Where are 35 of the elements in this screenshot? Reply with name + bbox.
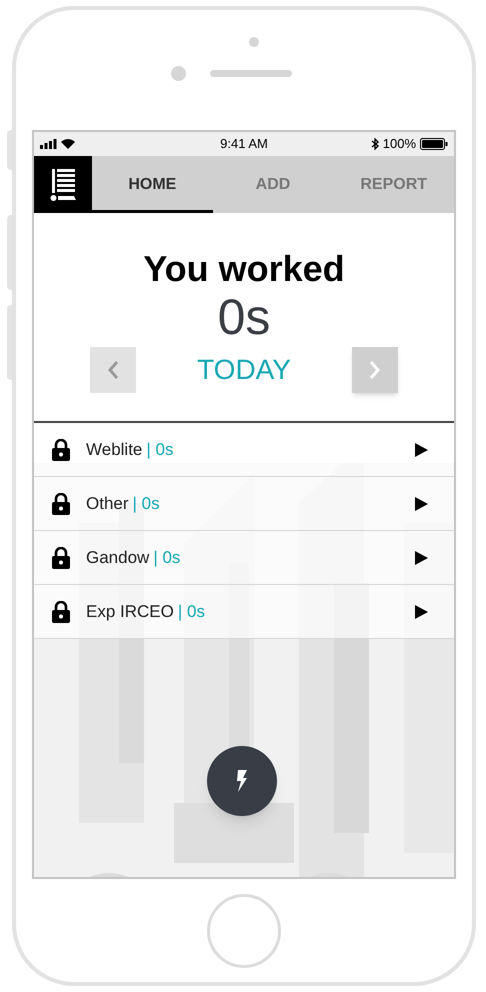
status-time: 9:41 AM [219,135,269,154]
home-button[interactable] [207,894,281,968]
battery-percent: 100% [382,135,416,154]
battery-icon [420,138,448,150]
bluetooth-icon [370,138,379,150]
period-label: TODAY [196,353,292,387]
play-icon [415,442,428,456]
project-duration: | 0s [146,438,174,461]
play-icon [415,604,428,618]
list-icon [48,166,78,202]
play-icon [415,550,428,564]
project-name: Gandow [86,546,150,569]
app-logo[interactable] [34,156,92,213]
chevron-right-icon [369,360,381,380]
signal-icon [40,139,58,149]
wifi-icon [61,139,75,149]
lock-icon [52,546,70,568]
project-row[interactable]: Other | 0s [34,477,454,531]
project-row[interactable]: Exp IRCEO | 0s [34,585,454,639]
play-icon [415,496,428,510]
project-name: Weblite [86,438,142,461]
project-row[interactable]: Gandow | 0s [34,531,454,585]
lock-icon [52,438,70,460]
project-duration: | 0s [178,600,205,623]
chevron-left-icon [107,360,119,380]
next-button[interactable] [352,347,398,393]
project-name: Exp IRCEO [86,600,174,623]
total-time: 0s [218,289,270,345]
summary-title: You worked [143,249,345,289]
lock-icon [52,600,70,622]
lock-icon [52,492,70,514]
project-duration: | 0s [153,546,180,569]
project-duration: | 0s [132,492,160,515]
project-name: Other [86,492,129,515]
lightning-icon [236,770,248,792]
